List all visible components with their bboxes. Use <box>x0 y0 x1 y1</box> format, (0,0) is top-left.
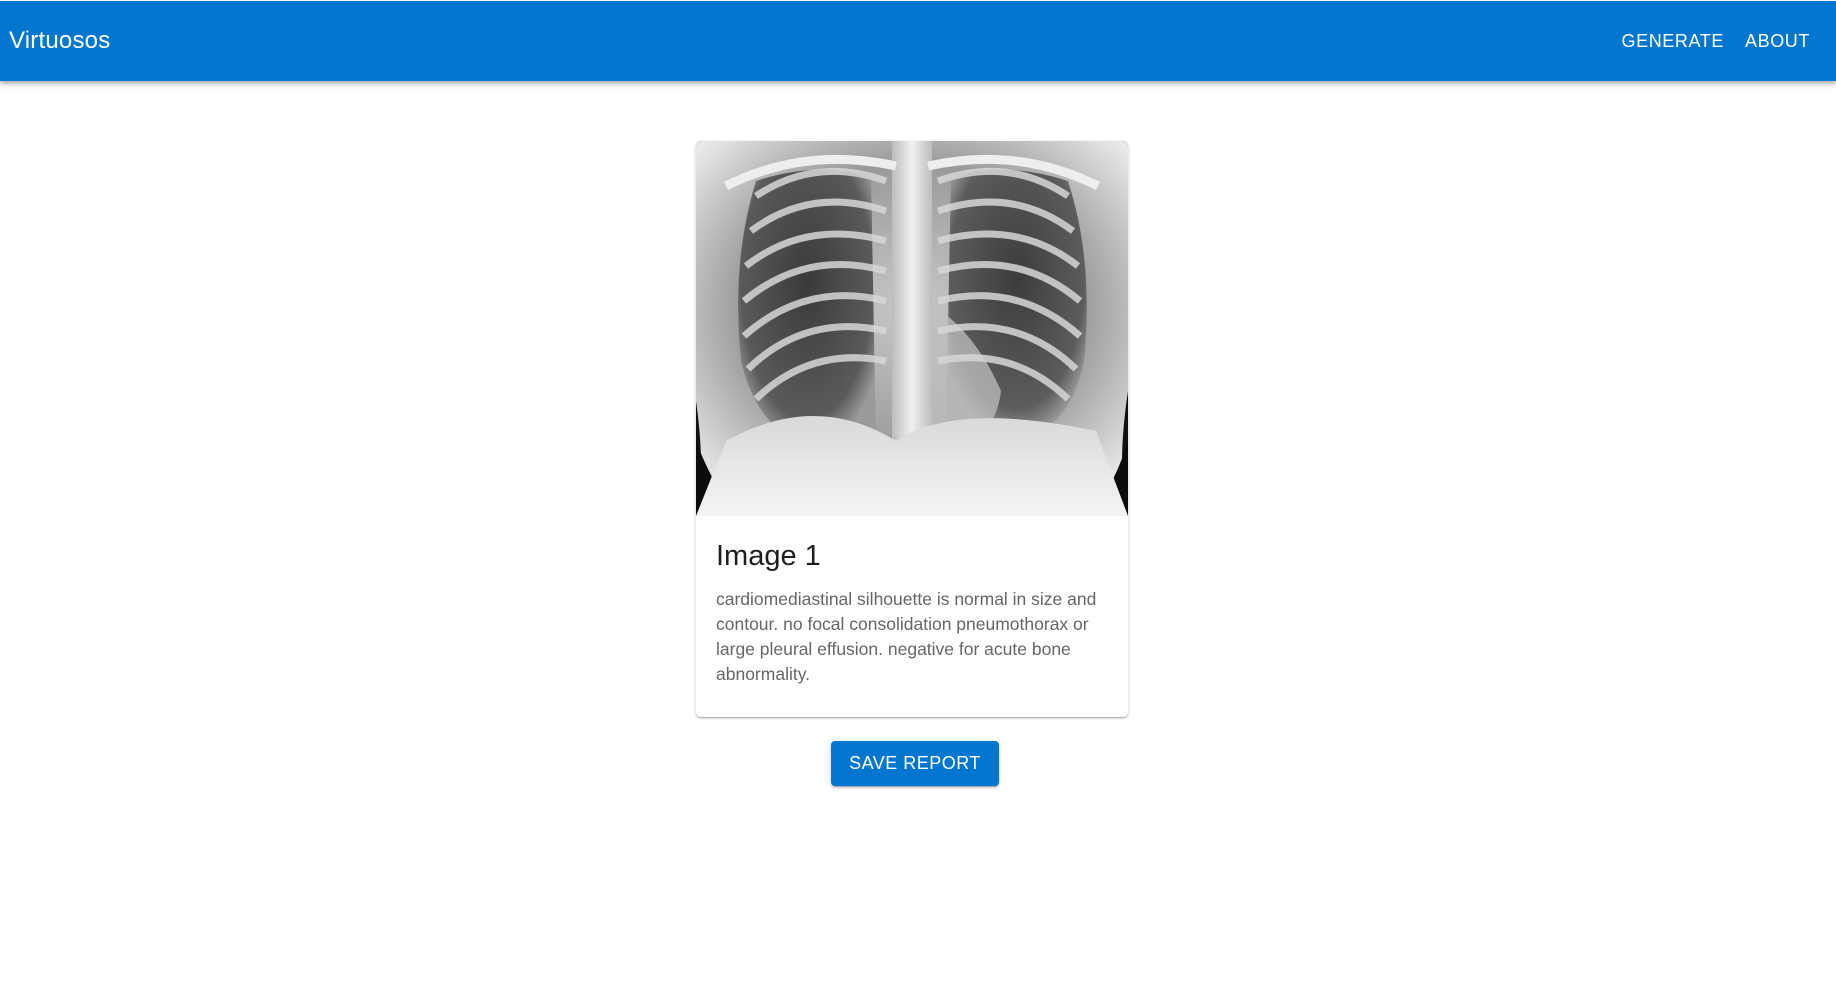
report-card: Image 1 cardiomediastinal silhouette is … <box>696 141 1128 717</box>
card-title: Image 1 <box>716 540 821 572</box>
nav-about-link[interactable]: ABOUT <box>1745 31 1810 52</box>
save-report-button[interactable]: SAVE REPORT <box>831 741 999 786</box>
chest-xray-image <box>696 141 1128 516</box>
card-content: Image 1 cardiomediastinal silhouette is … <box>696 516 1128 687</box>
nav-menu: GENERATE ABOUT <box>1622 31 1811 52</box>
brand-title[interactable]: Virtuosos <box>9 27 110 55</box>
report-text: cardiomediastinal silhouette is normal i… <box>716 589 1097 684</box>
nav-generate-link[interactable]: GENERATE <box>1622 31 1724 52</box>
app-bar: Virtuosos GENERATE ABOUT <box>0 1 1836 81</box>
